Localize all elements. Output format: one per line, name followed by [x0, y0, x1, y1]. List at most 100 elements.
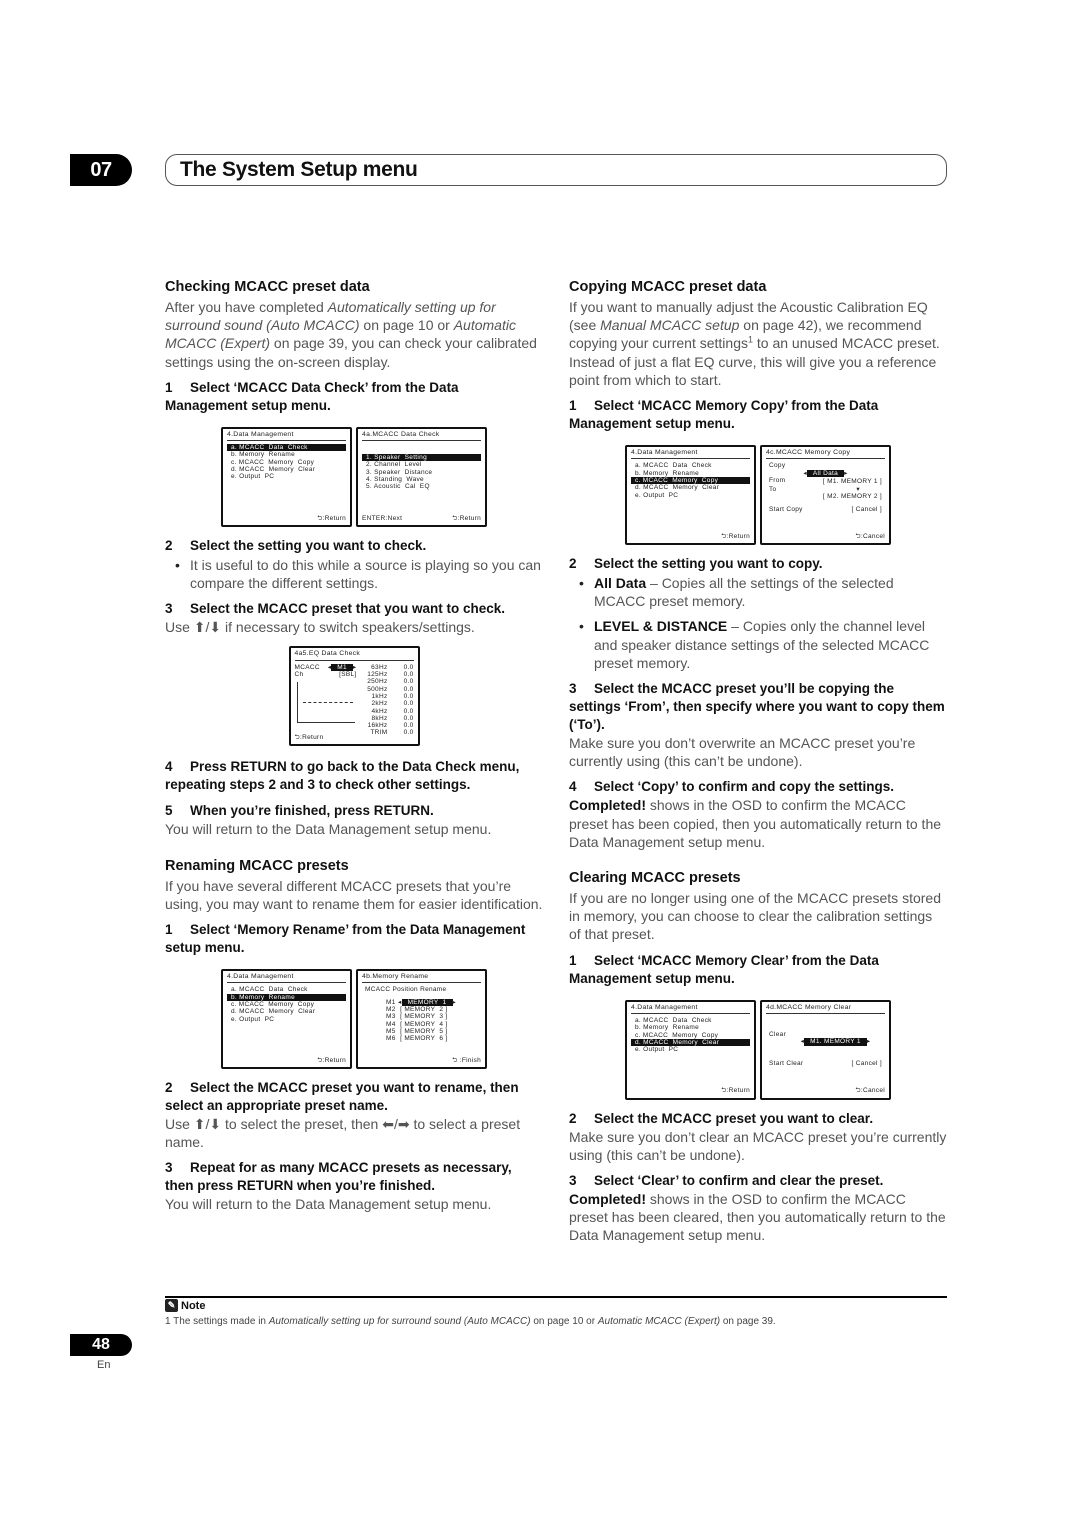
step-body: You will return to the Data Management s…: [165, 821, 492, 838]
to-value[interactable]: [ M2. MEMORY 2 ]: [766, 493, 885, 500]
step-text: Select the setting you want to copy.: [594, 556, 823, 572]
osd-subtitle: MCACC Position Rename: [365, 986, 447, 994]
checking-heading: Checking MCACC preset data: [165, 279, 370, 295]
step-heading: 3 Repeat for as many MCACC presets as nec…: [165, 1159, 543, 1195]
eq-value: 0.0: [403, 678, 414, 686]
rename-row[interactable]: M5 [ MEMORY 5 ]: [362, 1028, 481, 1035]
mcacc-label: MCACC: [294, 663, 320, 671]
preset-position: M2: [386, 1005, 396, 1013]
osd-menu-item[interactable]: b. Memory Rename: [631, 470, 750, 477]
osd-menu-item[interactable]: e. Output PC: [631, 1046, 750, 1053]
osd-menu-item[interactable]: d. MCACC Memory Clear: [631, 484, 750, 491]
chapter-title-bar: The System Setup menu: [165, 154, 947, 186]
rename-row[interactable]: M3 [ MEMORY 3 ]: [362, 1013, 481, 1020]
step-heading: 2 Select the setting you want to check.: [165, 537, 543, 555]
step-number: 1: [165, 922, 173, 938]
left-column: Checking MCACC preset data After you hav…: [165, 278, 543, 1214]
osd-menu-item[interactable]: 3. Speaker Distance: [362, 469, 481, 476]
copy-selector[interactable]: ◂ All Data ▸: [766, 469, 885, 477]
clear-selector[interactable]: ◂ M1. MEMORY 1 ▸: [766, 1038, 885, 1046]
osd-menu-item[interactable]: e. Output PC: [227, 1016, 346, 1023]
preset-position: M5: [386, 1027, 396, 1035]
renaming-section: Renaming MCACC presets If you have sever…: [165, 857, 543, 1214]
osd-menu-item[interactable]: c. MCACC Memory Copy: [227, 1001, 346, 1008]
step-number: 1: [569, 398, 577, 414]
osd-data-check: 4a.MCACC Data Check 1. Speaker Setting 2…: [356, 426, 487, 527]
start-clear-label: Start Clear: [769, 1059, 804, 1067]
step-text: Select ‘MCACC Memory Clear’ from the Dat…: [569, 952, 879, 986]
step-number: 1: [569, 952, 577, 968]
osd-pair-data-check: 4.Data Management a. MCACC Data Check b.…: [165, 426, 543, 527]
osd-return-hint: ⮌:Return: [317, 1056, 346, 1064]
osd-return-hint: ⮌:Return: [721, 1087, 750, 1095]
start-clear-value[interactable]: [ Cancel ]: [852, 1060, 882, 1067]
start-copy-value[interactable]: [ Cancel ]: [852, 506, 882, 513]
ch-value[interactable]: [SBL]: [339, 671, 356, 678]
step-heading: 2 Select the setting you want to copy.: [569, 555, 947, 573]
osd-menu-item[interactable]: 2. Channel Level: [362, 461, 481, 468]
osd-title: 4a.MCACC Data Check: [362, 431, 481, 442]
osd-menu-item[interactable]: a. MCACC Data Check: [631, 462, 750, 469]
osd-menu-item[interactable]: c. MCACC Memory Copy: [631, 1032, 750, 1039]
rename-row[interactable]: M2 [ MEMORY 2 ]: [362, 1006, 481, 1013]
osd-menu-item[interactable]: 5. Acoustic Cal EQ: [362, 483, 481, 490]
step-text: Select ‘Copy’ to confirm and copy the se…: [594, 779, 895, 795]
clearing-intro: If you are no longer using one of the MC…: [569, 890, 941, 943]
osd-menu-item[interactable]: e. Output PC: [227, 473, 346, 480]
rename-row[interactable]: M6 [ MEMORY 6 ]: [362, 1035, 481, 1042]
link-auto-mcacc: Automatically setting up for surround so…: [268, 1316, 531, 1327]
step-number: 3: [569, 1173, 577, 1189]
link-manual-mcacc: Manual MCACC setup: [600, 317, 740, 334]
eq-row: 8kHz 0.0: [357, 715, 414, 722]
eq-frequency: 125Hz: [367, 671, 388, 679]
bullet-text: It is useful to do this while a source i…: [190, 556, 541, 592]
osd-menu-item-selected[interactable]: b. Memory Rename: [227, 993, 346, 1001]
osd-menu-item-selected[interactable]: d. MCACC Memory Clear: [631, 1038, 750, 1047]
right-column: Copying MCACC preset data If you want to…: [569, 278, 947, 1245]
osd-menu-item[interactable]: a. MCACC Data Check: [227, 986, 346, 993]
bullet-dot: •: [579, 575, 584, 592]
step-heading: 5 When you’re finished, press RETURN.: [165, 802, 543, 820]
step-heading: 4 Press RETURN to go back to the Data Che…: [165, 758, 543, 794]
osd-menu-item[interactable]: e. Output PC: [631, 492, 750, 499]
step-text: Select the MCACC preset you want to clea…: [594, 1110, 874, 1126]
step-number: 2: [165, 1080, 173, 1096]
eq-value: 0.0: [403, 700, 414, 708]
osd-menu-item-selected[interactable]: a. MCACC Data Check: [227, 444, 346, 452]
mcacc-value: M1: [331, 663, 353, 672]
osd-menu-item[interactable]: 4. Standing Wave: [362, 476, 481, 483]
mcacc-selector[interactable]: ◂ M1 ▸: [328, 663, 357, 672]
clearing-section: Clearing MCACC presets If you are no lon…: [569, 869, 947, 1245]
eq-row: 500Hz 0.0: [357, 686, 414, 693]
osd-menu-item[interactable]: a. MCACC Data Check: [631, 1017, 750, 1024]
bullet-item: • It is useful to do this while a source …: [165, 556, 543, 592]
osd-menu-item[interactable]: d. MCACC Memory Clear: [227, 466, 346, 473]
renaming-intro: If you have several different MCACC pres…: [165, 877, 543, 912]
osd-data-management: 4.Data Management a. MCACC Data Check b.…: [625, 445, 756, 546]
eq-row: TRIM 0.0: [357, 729, 414, 736]
osd-menu-item-selected[interactable]: 1. Speaker Setting: [362, 454, 481, 462]
osd-menu-item[interactable]: b. Memory Rename: [227, 451, 346, 458]
osd-menu-item[interactable]: c. MCACC Memory Copy: [227, 459, 346, 466]
eq-value: 0.0: [403, 722, 414, 730]
rename-row[interactable]: M1 ◂ MEMORY 1 ▸: [362, 998, 481, 1006]
eq-graph-baseline: [296, 721, 355, 723]
step-body: Completed! shows in the OSD to confirm t…: [569, 1190, 947, 1245]
copying-section: Copying MCACC preset data If you want to…: [569, 278, 947, 851]
step-text: Select ‘Clear’ to confirm and clear the …: [594, 1173, 884, 1189]
preset-position: M1: [386, 998, 396, 1006]
eq-frequency: 8kHz: [371, 714, 388, 722]
osd-menu-item[interactable]: b. Memory Rename: [631, 1024, 750, 1031]
osd-menu-item-selected[interactable]: c. MCACC Memory Copy: [631, 476, 750, 485]
bullet-term: All Data: [594, 575, 647, 592]
eq-row: 125Hz 0.0: [357, 671, 414, 678]
to-row: To ▾: [766, 486, 885, 493]
osd-menu-item[interactable]: d. MCACC Memory Clear: [227, 1008, 346, 1015]
renaming-heading: Renaming MCACC presets: [165, 857, 349, 874]
note-divider: [165, 1296, 947, 1298]
osd-title: 4.Data Management: [631, 449, 750, 460]
osd-title: 4.Data Management: [227, 973, 346, 984]
osd-return-hint: ⮌:Return: [294, 734, 324, 742]
step-body: Make sure you don’t overwrite an MCACC p…: [569, 735, 916, 770]
rename-row[interactable]: M4 [ MEMORY 4 ]: [362, 1021, 481, 1028]
